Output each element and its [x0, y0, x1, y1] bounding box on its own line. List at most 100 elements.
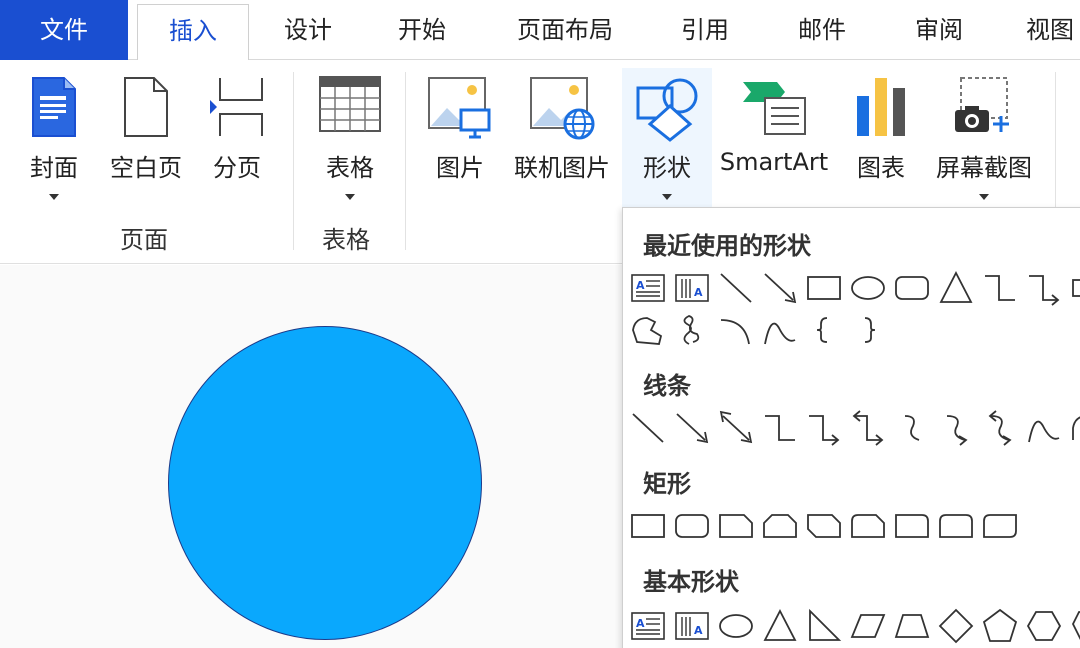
svg-text:A: A: [694, 286, 703, 299]
curved-connector-icon[interactable]: [893, 408, 931, 448]
vertical-text-box-icon[interactable]: A: [673, 606, 711, 646]
online-picture-icon: [529, 76, 595, 144]
double-arrow-line-icon[interactable]: [717, 408, 755, 448]
line-icon[interactable]: [629, 408, 667, 448]
picture-label: 图片: [436, 154, 484, 182]
lines-heading: 线条: [643, 372, 691, 400]
arrow-line-icon[interactable]: [761, 268, 799, 308]
rectangle-icon[interactable]: [629, 506, 667, 546]
elbow-connector-icon[interactable]: [981, 268, 1019, 308]
parallelogram-icon[interactable]: [849, 606, 887, 646]
circle-shape[interactable]: [168, 326, 482, 640]
tab-file[interactable]: 文件: [0, 0, 128, 60]
picture-icon: [427, 76, 493, 144]
online-picture-label: 联机图片: [514, 154, 610, 182]
shapes-icon: [634, 76, 700, 146]
arrow-line-icon[interactable]: [673, 408, 711, 448]
cover-page-label: 封面: [30, 154, 78, 182]
rectangles-heading: 矩形: [643, 470, 691, 498]
picture-button[interactable]: 图片: [425, 68, 495, 208]
group-divider: [405, 72, 406, 250]
svg-text:A: A: [636, 617, 645, 630]
text-box-icon[interactable]: A: [629, 268, 667, 308]
snip-round-rectangle-icon[interactable]: [849, 506, 887, 546]
pentagon-icon[interactable]: [981, 606, 1019, 646]
snip-diagonal-rectangle-icon[interactable]: [805, 506, 843, 546]
online-picture-button[interactable]: 联机图片: [508, 68, 616, 208]
snip-same-side-rectangle-icon[interactable]: [761, 506, 799, 546]
right-triangle-icon[interactable]: [805, 606, 843, 646]
rounded-rectangle-icon[interactable]: [893, 268, 931, 308]
tab-view[interactable]: 视图: [1010, 0, 1080, 60]
bar-chart-icon: [853, 76, 909, 142]
smartart-button[interactable]: SmartArt: [716, 68, 832, 208]
tab-references[interactable]: 引用: [660, 0, 750, 60]
rounded-rectangle-icon[interactable]: [673, 506, 711, 546]
elbow-arrow-connector-icon[interactable]: [1025, 268, 1063, 308]
hexagon-icon[interactable]: [1025, 606, 1063, 646]
svg-text:A: A: [636, 279, 645, 292]
freeform-icon[interactable]: [629, 310, 667, 350]
ribbon-tab-bar: 文件 插入 设计 开始 页面布局 引用 邮件 审阅 视图: [0, 0, 1080, 61]
blank-page-icon: [122, 76, 170, 142]
cover-page-icon: [30, 76, 78, 142]
basic-shapes-heading: 基本形状: [643, 568, 739, 596]
scribble-icon[interactable]: [673, 310, 711, 350]
rectangle-icon[interactable]: [805, 268, 843, 308]
curve-icon[interactable]: [1025, 408, 1063, 448]
cover-page-button[interactable]: 封面: [20, 68, 88, 208]
page-break-label: 分页: [213, 154, 261, 182]
tab-design[interactable]: 设计: [258, 0, 358, 60]
page-break-button[interactable]: 分页: [200, 68, 274, 208]
table-button[interactable]: 表格: [310, 68, 390, 208]
triangle-icon[interactable]: [761, 606, 799, 646]
blank-page-label: 空白页: [110, 154, 182, 182]
elbow-arrow-connector-icon[interactable]: [805, 408, 843, 448]
screenshot-button[interactable]: 屏幕截图: [928, 68, 1040, 208]
round-diagonal-rectangle-icon[interactable]: [981, 506, 1019, 546]
pages-group-label: 页面: [120, 226, 168, 254]
text-box-icon[interactable]: A: [629, 606, 667, 646]
screenshot-label: 屏幕截图: [936, 154, 1032, 182]
elbow-connector-icon[interactable]: [761, 408, 799, 448]
shapes-button[interactable]: 形状: [622, 68, 712, 208]
diamond-icon[interactable]: [937, 606, 975, 646]
vertical-text-box-icon[interactable]: A: [673, 268, 711, 308]
curved-double-arrow-connector-icon[interactable]: [981, 408, 1019, 448]
left-brace-icon[interactable]: [805, 310, 843, 350]
round-single-corner-rectangle-icon[interactable]: [893, 506, 931, 546]
shapes-dropdown-panel: 最近使用的形状 A A 线条 矩形 基本形状 A A: [622, 207, 1080, 648]
page-break-icon: [208, 76, 266, 142]
freeform-icon[interactable]: [1069, 408, 1080, 448]
curved-arrow-connector-icon[interactable]: [937, 408, 975, 448]
heptagon-icon[interactable]: [1069, 606, 1080, 646]
recent-shapes-heading: 最近使用的形状: [643, 232, 811, 260]
trapezoid-icon[interactable]: [893, 606, 931, 646]
dropdown-arrow-icon: [662, 194, 672, 200]
smartart-label: SmartArt: [719, 148, 829, 176]
tab-review[interactable]: 审阅: [894, 0, 984, 60]
tab-start[interactable]: 开始: [372, 0, 472, 60]
round-same-side-rectangle-icon[interactable]: [937, 506, 975, 546]
svg-text:A: A: [694, 624, 703, 637]
elbow-double-arrow-connector-icon[interactable]: [849, 408, 887, 448]
screenshot-icon: [951, 76, 1017, 142]
chart-button[interactable]: 图表: [846, 68, 916, 208]
tab-mailings[interactable]: 邮件: [777, 0, 867, 60]
snip-single-corner-rectangle-icon[interactable]: [717, 506, 755, 546]
smartart-icon: [741, 76, 807, 140]
oval-icon[interactable]: [849, 268, 887, 308]
group-divider: [293, 72, 294, 250]
tab-insert[interactable]: 插入: [137, 4, 249, 61]
table-label: 表格: [326, 154, 374, 182]
curve-icon[interactable]: [761, 310, 799, 350]
line-icon[interactable]: [717, 268, 755, 308]
arc-icon[interactable]: [717, 310, 755, 350]
tab-page-layout[interactable]: 页面布局: [500, 0, 630, 60]
dropdown-arrow-icon: [49, 194, 59, 200]
triangle-icon[interactable]: [937, 268, 975, 308]
partial-shape-icon[interactable]: [1069, 268, 1080, 308]
right-brace-icon[interactable]: [849, 310, 887, 350]
blank-page-button[interactable]: 空白页: [104, 68, 188, 208]
oval-icon[interactable]: [717, 606, 755, 646]
